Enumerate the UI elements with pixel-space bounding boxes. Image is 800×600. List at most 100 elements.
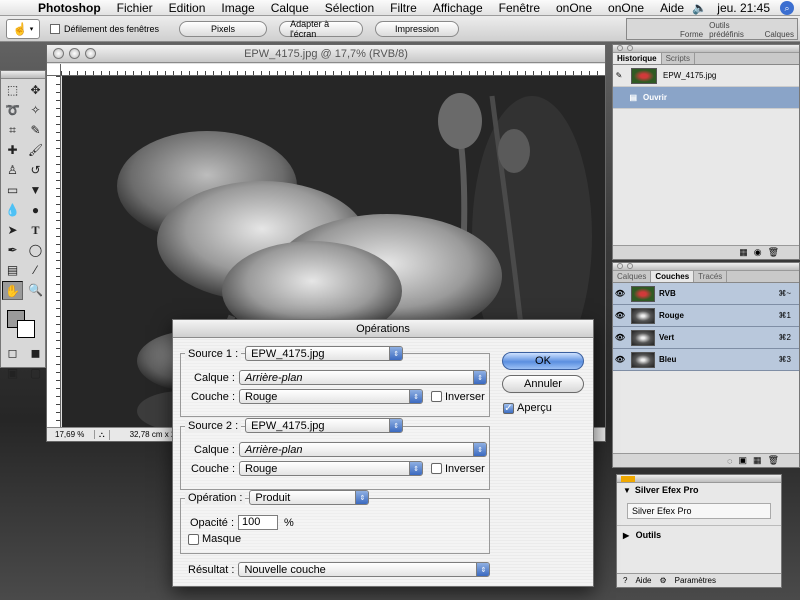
channel-row-rvb[interactable]: 👁 RVB ⌘~ [613,283,799,305]
menu-clock[interactable]: jeu. 21:45 [717,1,770,15]
channels-panel-header[interactable] [613,263,799,271]
menu-calque[interactable]: Calque [263,0,317,16]
source1-calque-popup[interactable]: Arrière-plan ⇕ [239,370,487,385]
history-brush-source-icon[interactable]: ✎ [613,71,625,80]
eraser-tool-icon[interactable]: ▭ [2,181,23,200]
menu-affichage[interactable]: Affichage [425,0,491,16]
new-document-icon[interactable]: ▦ [739,247,748,258]
result-popup[interactable]: Nouvelle couche ⇕ [238,562,491,577]
outils-section[interactable]: ▶ Outils [617,525,781,544]
source1-invert-checkbox[interactable] [431,391,442,402]
new-channel-icon[interactable]: ▦ [753,455,762,466]
eye-icon[interactable]: 👁 [613,333,627,342]
lasso-tool-icon[interactable]: ➰ [2,101,23,120]
tab-traces[interactable]: Tracés [694,271,728,282]
settings-icon[interactable]: ⚙ [659,576,666,585]
source2-couche-popup[interactable]: Rouge ⇕ [239,461,423,476]
background-color-swatch[interactable] [17,320,35,338]
blur-tool-icon[interactable]: 💧 [2,201,23,220]
healing-brush-tool-icon[interactable]: ✚ [2,141,23,160]
trash-icon[interactable]: 🗑 [768,247,779,258]
menu-aide[interactable]: Aide [652,0,692,16]
menu-onone-1[interactable]: onOne [548,0,600,16]
source1-couche-popup[interactable]: Rouge ⇕ [239,389,423,404]
menu-filtre[interactable]: Filtre [382,0,425,16]
scroll-all-checkbox[interactable] [50,23,60,34]
save-selection-icon[interactable]: ▣ [739,455,748,466]
pixels-button[interactable]: Pixels [179,20,268,37]
screen-mode-full-icon[interactable]: ▢ [25,364,46,383]
source2-invert-label[interactable]: Inverser [445,463,485,475]
eyedropper-tool-icon[interactable]: ⁄ [25,261,46,280]
volume-icon[interactable]: 🔈 [692,1,707,15]
load-selection-icon[interactable]: ◌ [727,456,732,466]
source2-file-popup[interactable]: EPW_4175.jpg ⇕ [245,418,404,433]
tab-couches[interactable]: Couches [651,271,695,282]
tab-scripts[interactable]: Scripts [662,53,696,64]
move-tool-icon[interactable]: ✥ [25,81,46,100]
menu-image[interactable]: Image [213,0,262,16]
fit-screen-button[interactable]: Adapter à l'écran [279,19,364,39]
menu-edition[interactable]: Edition [161,0,214,16]
well-tab-tool-presets[interactable]: Outils prédéfinis [706,21,762,39]
source1-file-popup[interactable]: EPW_4175.jpg ⇕ [245,346,404,361]
eye-icon[interactable]: 👁 [613,311,627,320]
ok-button[interactable]: OK [502,352,584,370]
history-brush-tool-icon[interactable]: ↺ [25,161,46,180]
type-tool-icon[interactable]: T [25,221,46,240]
source2-invert-checkbox[interactable] [431,463,442,474]
paint-bucket-tool-icon[interactable]: ▼ [25,181,46,200]
settings-label[interactable]: Paramètres [675,576,716,585]
magic-wand-tool-icon[interactable]: ✧ [25,101,46,120]
spotlight-icon[interactable]: ⌕ [780,0,794,15]
eye-icon[interactable]: 👁 [613,355,627,364]
new-snapshot-icon[interactable]: ◉ [754,247,762,258]
silver-efex-header[interactable] [617,475,781,483]
clone-stamp-tool-icon[interactable]: ♙ [2,161,23,180]
preview-checkbox[interactable]: ✓ [503,402,514,414]
channel-row-vert[interactable]: 👁 Vert ⌘2 [613,327,799,349]
vertical-ruler[interactable] [47,76,61,427]
screen-mode-standard-icon[interactable]: ▣ [2,364,23,383]
history-snapshot[interactable]: ✎ EPW_4175.jpg [613,65,799,87]
panel-close-icon[interactable] [617,45,623,51]
zoom-tool-icon[interactable]: 🔍 [25,281,46,300]
channel-row-rouge[interactable]: 👁 Rouge ⌘1 [613,305,799,327]
mask-checkbox[interactable] [188,533,199,545]
tab-historique[interactable]: Historique [613,53,662,64]
operation-popup[interactable]: Produit ⇕ [249,490,370,505]
tab-calques[interactable]: Calques [613,271,652,282]
dodge-tool-icon[interactable]: ● [25,201,46,220]
horizontal-ruler[interactable] [61,64,605,76]
panel-close-icon[interactable] [617,263,623,269]
menu-fichier[interactable]: Fichier [109,0,161,16]
status-preview-icon[interactable]: ⛬ [95,429,110,440]
help-label[interactable]: Aide [635,576,651,585]
source1-invert-label[interactable]: Inverser [445,391,485,403]
crop-tool-icon[interactable]: ⌗ [2,121,23,140]
menu-app[interactable]: Photoshop [30,0,109,16]
menu-onone-2[interactable]: onOne [600,0,652,16]
marquee-tool-icon[interactable]: ⬚ [2,81,23,100]
panel-collapse-icon[interactable] [627,263,633,269]
channel-row-bleu[interactable]: 👁 Bleu ⌘3 [613,349,799,371]
menu-fenetre[interactable]: Fenêtre [491,0,548,16]
quick-mask-mode-icon[interactable]: ◼ [25,344,46,363]
eye-icon[interactable]: 👁 [613,289,627,298]
slice-tool-icon[interactable]: ✎ [25,121,46,140]
print-size-button[interactable]: Impression [375,20,460,37]
ruler-origin[interactable] [47,64,61,76]
well-tab-layer-comps[interactable]: Calques [762,30,797,39]
well-tab-brushes[interactable]: Forme [677,30,706,39]
opacity-input[interactable]: 100 [238,515,279,530]
path-selection-tool-icon[interactable]: ➤ [2,221,23,240]
shape-tool-icon[interactable]: ◯ [25,241,46,260]
zoom-level[interactable]: 17,69 % [47,430,95,439]
preview-label[interactable]: Aperçu [517,402,552,414]
menu-selection[interactable]: Sélection [317,0,382,16]
history-step[interactable]: ▤ Ouvrir [613,87,799,109]
hand-tool-icon[interactable]: ✋ [2,281,23,300]
document-titlebar[interactable]: EPW_4175.jpg @ 17,7% (RVB/8) [47,45,605,63]
cancel-button[interactable]: Annuler [502,375,584,393]
history-panel-header[interactable] [613,45,799,53]
